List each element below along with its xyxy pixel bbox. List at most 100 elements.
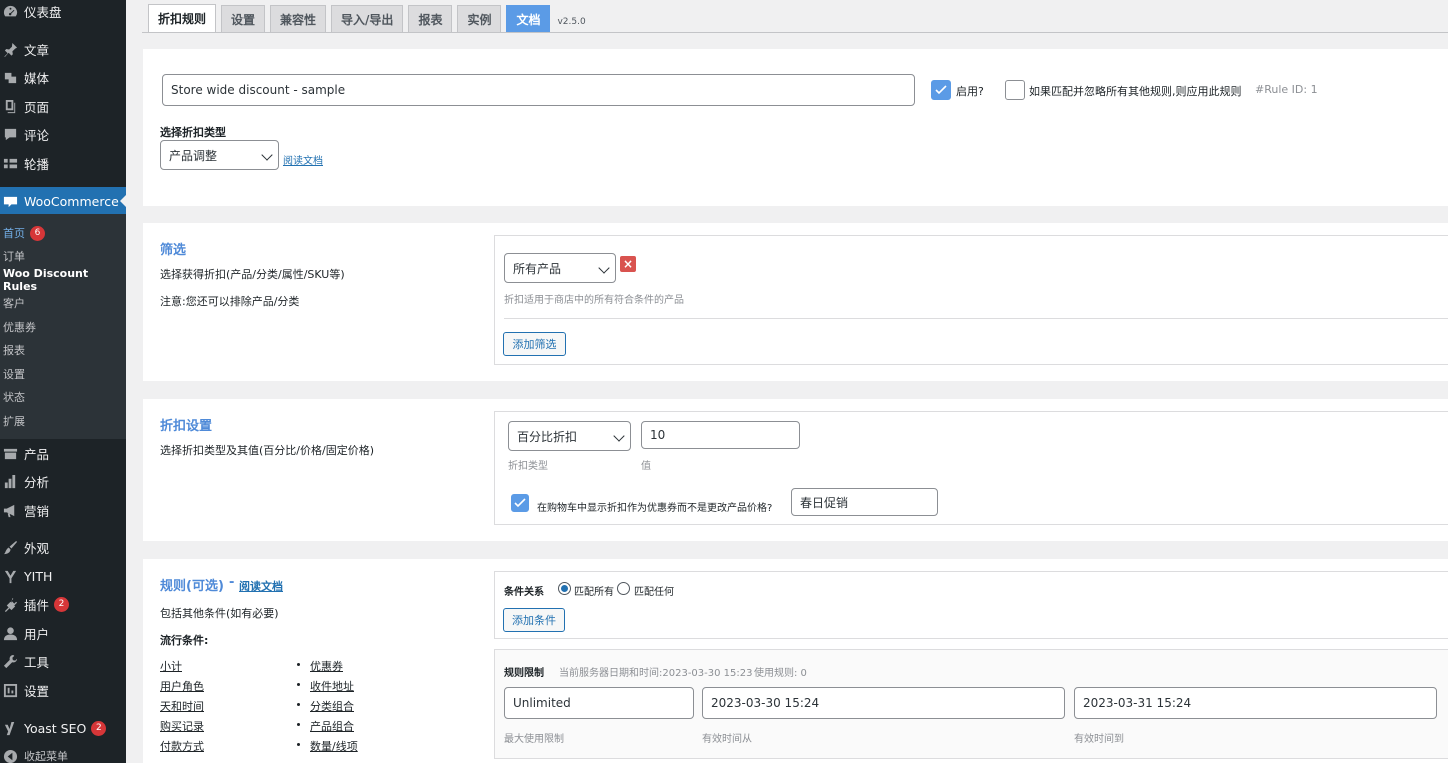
tab-import-export[interactable]: 导入/导出 [331, 5, 404, 32]
submenu-customers[interactable]: 客户 [3, 294, 25, 312]
tab-settings[interactable]: 设置 [221, 5, 266, 32]
menu-tools[interactable]: 工具 [0, 647, 126, 675]
select-value: 产品调整 [169, 148, 218, 163]
megaphone-icon [2, 502, 18, 518]
menu-yoast-seo[interactable]: Yoast SEO 2 [0, 714, 126, 742]
valid-from-input[interactable]: 2023-03-30 15:24 [702, 687, 1065, 719]
filter-title: 筛选 [160, 243, 187, 258]
submenu-reports[interactable]: 报表 [3, 341, 25, 359]
version-label: v2.5.0 [557, 17, 586, 27]
menu-woocommerce[interactable]: WooCommerce [0, 187, 126, 215]
check-icon [514, 498, 526, 508]
condition-link[interactable]: 小计 [160, 658, 182, 674]
menu-analytics[interactable]: 分析 [0, 467, 126, 495]
condition-link[interactable]: 购买记录 [160, 718, 204, 734]
remove-filter-icon[interactable]: × [620, 256, 636, 272]
match-any-radio[interactable] [617, 582, 630, 595]
discount-type-hint: 折扣类型 [508, 461, 548, 472]
menu-dashboard[interactable]: 仪表盘 [0, 0, 126, 25]
read-docs-link[interactable]: 阅读文档 [283, 152, 323, 167]
condition-link[interactable]: 产品组合 [310, 718, 354, 734]
popular-conditions-heading: 流行条件: [160, 634, 209, 647]
submenu-home[interactable]: 首页 6 [3, 224, 45, 242]
condition-link[interactable]: 分类组合 [310, 698, 354, 714]
current-menu-arrow [120, 195, 126, 207]
yith-icon [2, 568, 18, 584]
menu-comments[interactable]: 评论 [0, 120, 126, 148]
filter-panel: 筛选 选择获得折扣(产品/分类/属性/SKU等) 注意:您还可以排除产品/分类 … [143, 223, 1448, 381]
discount-amount-input[interactable]: 10 [641, 421, 800, 449]
submenu-label: 状态 [3, 391, 25, 404]
coupon-checkbox[interactable] [511, 494, 529, 512]
exclusive-label: 如果匹配并忽略所有其他规则,则应用此规则 [1029, 85, 1242, 98]
comment-icon [2, 126, 18, 142]
menu-settings[interactable]: 设置 [0, 676, 126, 704]
analytics-icon [2, 473, 18, 489]
condition-link[interactable]: 付款方式 [160, 738, 204, 754]
filter-divider [504, 318, 1448, 319]
product-icon [2, 445, 18, 461]
add-condition-button[interactable]: 添加条件 [503, 608, 565, 632]
coupon-name-input[interactable]: 春日促销 [791, 488, 938, 516]
rule-limit-label: 规则限制 [504, 668, 544, 679]
condition-link[interactable]: 天和时间 [160, 698, 204, 714]
filter-select[interactable]: 所有产品 [504, 253, 616, 283]
tab-compatibility[interactable]: 兼容性 [270, 5, 327, 32]
submenu-orders[interactable]: 订单 [3, 247, 25, 265]
discount-type-dropdown[interactable]: 百分比折扣 [508, 421, 631, 451]
submenu-coupons[interactable]: 优惠券 [3, 318, 36, 336]
page-icon [2, 98, 18, 114]
condition-link[interactable]: 用户角色 [160, 678, 204, 694]
condition-link[interactable]: 数量/线项 [310, 738, 358, 754]
bullet-icon [297, 723, 300, 726]
add-filter-button[interactable]: 添加筛选 [503, 332, 566, 356]
condition-link[interactable]: 收件地址 [310, 678, 354, 694]
media-icon [2, 69, 18, 85]
submenu-settings[interactable]: 设置 [3, 365, 25, 383]
match-all-radio[interactable] [558, 582, 571, 595]
brush-icon [2, 539, 18, 555]
rules-title-dash: - [229, 575, 235, 590]
chevron-down-icon [598, 262, 610, 274]
rule-id: #Rule ID: 1 [1255, 83, 1318, 96]
slider-icon [2, 155, 18, 171]
menu-marketing[interactable]: 营销 [0, 496, 126, 524]
menu-slider[interactable]: 轮播 [0, 149, 126, 177]
menu-label: YITH [24, 568, 53, 584]
valid-to-input[interactable]: 2023-03-31 15:24 [1074, 687, 1437, 719]
menu-posts[interactable]: 文章 [0, 35, 126, 63]
exclusive-checkbox[interactable] [1005, 80, 1025, 100]
submenu-label: 优惠券 [3, 321, 36, 334]
menu-yith[interactable]: YITH [0, 562, 126, 590]
rules-docs-link[interactable]: 阅读文档 [239, 578, 283, 594]
chevron-down-icon [613, 430, 625, 442]
usage-count: 使用规则: 0 [754, 668, 807, 679]
check-icon [935, 85, 947, 95]
max-usage-input[interactable]: Unlimited [504, 687, 694, 719]
wrench-icon [2, 653, 18, 669]
menu-pages[interactable]: 页面 [0, 92, 126, 120]
condition-relation-label: 条件关系 [504, 587, 544, 598]
condition-link[interactable]: 优惠券 [310, 658, 343, 674]
server-time: 当前服务器日期和时间:2023-03-30 15:23 [559, 668, 753, 679]
tab-reports[interactable]: 报表 [408, 5, 453, 32]
enabled-checkbox[interactable] [931, 80, 951, 100]
menu-collapse[interactable]: 收起菜单 [0, 742, 126, 763]
menu-plugins[interactable]: 插件 2 [0, 590, 126, 618]
submenu-woo-discount-rules[interactable]: Woo Discount Rules [3, 267, 126, 293]
tab-docs[interactable]: 文档 [506, 5, 551, 32]
filter-desc: 选择获得折扣(产品/分类/属性/SKU等) [160, 268, 345, 281]
discount-desc: 选择折扣类型及其值(百分比/价格/固定价格) [160, 444, 374, 457]
menu-appearance[interactable]: 外观 [0, 533, 126, 561]
menu-users[interactable]: 用户 [0, 619, 126, 647]
menu-products[interactable]: 产品 [0, 439, 126, 467]
menu-label: 设置 [24, 683, 50, 699]
chevron-down-icon [261, 149, 273, 161]
submenu-extensions[interactable]: 扩展 [3, 412, 25, 430]
submenu-status[interactable]: 状态 [3, 388, 25, 406]
rule-title-input[interactable]: Store wide discount - sample [162, 74, 915, 106]
tab-discount-rules[interactable]: 折扣规则 [148, 4, 217, 32]
tab-examples[interactable]: 实例 [457, 5, 502, 32]
menu-media[interactable]: 媒体 [0, 63, 126, 91]
discount-type-select[interactable]: 产品调整 [160, 140, 279, 170]
